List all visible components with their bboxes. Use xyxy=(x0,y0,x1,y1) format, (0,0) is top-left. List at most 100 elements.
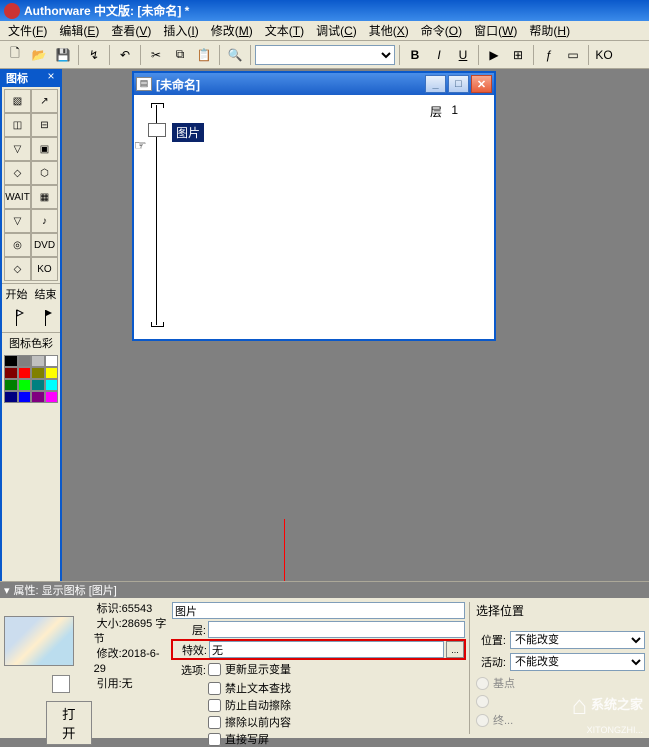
color-swatch[interactable] xyxy=(18,355,32,367)
color-swatch[interactable] xyxy=(4,391,18,403)
undo-icon[interactable]: ↶ xyxy=(114,44,136,66)
menu-window[interactable]: 窗口(W) xyxy=(468,20,523,41)
functions-icon[interactable]: ƒ xyxy=(538,44,560,66)
radio-base xyxy=(476,677,489,690)
menu-insert[interactable]: 插入(I) xyxy=(157,20,204,41)
position-select[interactable]: 不能改变 xyxy=(510,631,645,649)
properties-panel: ▾ 属性: 显示图标 [图片] 打开 标识:65543 大小:28695 字节 … xyxy=(0,581,649,738)
open-icon[interactable]: 📂 xyxy=(28,44,50,66)
palette-close-icon[interactable]: × xyxy=(44,70,58,84)
menu-debug[interactable]: 调试(C) xyxy=(310,20,363,41)
ko-icon-tool[interactable]: ◇ xyxy=(4,257,31,281)
color-swatch[interactable] xyxy=(45,379,59,391)
chk-erase-prev[interactable] xyxy=(208,716,221,729)
calc-icon-tool[interactable]: WAIT xyxy=(4,185,31,209)
menu-edit[interactable]: 编辑(E) xyxy=(53,20,105,41)
menu-modify[interactable]: 修改(M) xyxy=(205,20,259,41)
menu-help[interactable]: 帮助(H) xyxy=(523,20,576,41)
find-icon[interactable]: 🔍 xyxy=(224,44,246,66)
display-icon-tool[interactable]: ▧ xyxy=(4,89,31,113)
menu-view[interactable]: 查看(V) xyxy=(105,20,157,41)
variables-icon[interactable]: ▭ xyxy=(562,44,584,66)
dvd-icon-tool[interactable]: ◎ xyxy=(4,233,31,257)
color-swatch[interactable] xyxy=(45,367,59,379)
icon-label[interactable]: 图片 xyxy=(172,123,204,142)
open-button[interactable]: 打开 xyxy=(46,701,92,745)
menu-text[interactable]: 文本(T) xyxy=(259,20,310,41)
control-panel-icon[interactable]: ⊞ xyxy=(507,44,529,66)
info-block: 标识:65543 大小:28695 字节 修改:2018-6-29 引用:无 xyxy=(94,602,168,745)
italic-icon[interactable]: I xyxy=(428,44,450,66)
color-swatch[interactable] xyxy=(18,391,32,403)
paste-icon[interactable]: 📋 xyxy=(193,44,215,66)
font-select[interactable] xyxy=(255,45,395,65)
color-swatch[interactable] xyxy=(4,379,18,391)
wait-icon-tool[interactable]: ⊟ xyxy=(31,113,58,137)
navigate-icon-tool[interactable]: ▽ xyxy=(4,137,31,161)
import-icon[interactable]: ↯ xyxy=(83,44,105,66)
ko2-icon-tool[interactable]: KO xyxy=(31,257,58,281)
chk-no-text-search[interactable] xyxy=(208,682,221,695)
flowline-area[interactable]: ☞ 图片 层 1 xyxy=(134,95,494,339)
chk-direct-screen[interactable] xyxy=(208,733,221,746)
effect-field[interactable] xyxy=(209,641,444,658)
display-icon-instance[interactable] xyxy=(148,123,166,137)
run-icon[interactable]: ▶ xyxy=(483,44,505,66)
color-swatch[interactable] xyxy=(18,367,32,379)
color-swatch[interactable] xyxy=(31,391,45,403)
color-swatch[interactable] xyxy=(31,367,45,379)
layer-field[interactable] xyxy=(208,621,465,638)
color-swatch[interactable] xyxy=(4,355,18,367)
save-all-icon[interactable]: 💾 xyxy=(52,44,74,66)
flowline xyxy=(156,105,157,325)
color-swatch[interactable] xyxy=(31,379,45,391)
expand-icon[interactable]: ▾ xyxy=(4,584,10,597)
color-swatch[interactable] xyxy=(45,391,59,403)
framework-icon-tool[interactable]: ▣ xyxy=(31,137,58,161)
color-swatch[interactable] xyxy=(45,355,59,367)
layer-value: 1 xyxy=(451,103,458,117)
name-field[interactable] xyxy=(172,602,465,619)
underline-icon[interactable]: U xyxy=(452,44,474,66)
color-swatch[interactable] xyxy=(18,379,32,391)
movie-icon-tool[interactable]: ▽ xyxy=(4,209,31,233)
layer-field-label: 层: xyxy=(172,622,206,638)
menu-other[interactable]: 其他(X) xyxy=(363,20,415,41)
maximize-button[interactable]: □ xyxy=(448,75,469,93)
activity-label: 活动: xyxy=(476,654,506,670)
radio-end xyxy=(476,714,489,727)
layer-label: 层 xyxy=(430,103,442,120)
menu-command[interactable]: 命令(O) xyxy=(415,20,468,41)
interaction-icon-tool[interactable]: ⬡ xyxy=(31,161,58,185)
end-flag-icon[interactable] xyxy=(39,308,53,328)
effect-row-highlight: 特效: ... xyxy=(172,640,465,659)
copy-icon[interactable]: ⧉ xyxy=(169,44,191,66)
effect-browse-button[interactable]: ... xyxy=(446,641,464,658)
decision-icon-tool[interactable]: ◇ xyxy=(4,161,31,185)
design-titlebar[interactable]: ▤ [未命名] _ □ ✕ xyxy=(134,73,494,95)
start-flag-icon[interactable] xyxy=(10,308,24,328)
activity-select[interactable]: 不能改变 xyxy=(510,653,645,671)
color-swatch[interactable] xyxy=(4,367,18,379)
chk-prevent-erase[interactable] xyxy=(208,699,221,712)
design-window: ▤ [未命名] _ □ ✕ ☞ 图片 层 1 xyxy=(132,71,496,341)
new-icon[interactable]: 🗋 xyxy=(4,44,26,66)
sound-icon-tool[interactable]: ♪ xyxy=(31,209,58,233)
map-icon-tool[interactable]: ▦ xyxy=(31,185,58,209)
motion-icon-tool[interactable]: ↗ xyxy=(31,89,58,113)
app-titlebar: Authorware 中文版: [未命名] * xyxy=(0,0,649,21)
app-title: Authorware 中文版: [未命名] * xyxy=(24,2,189,19)
minimize-button[interactable]: _ xyxy=(425,75,446,93)
properties-title[interactable]: ▾ 属性: 显示图标 [图片] xyxy=(0,582,649,598)
app-icon xyxy=(4,3,20,19)
preview-thumbnail[interactable] xyxy=(4,616,74,666)
bold-icon[interactable]: B xyxy=(404,44,426,66)
close-button[interactable]: ✕ xyxy=(471,75,492,93)
menu-file[interactable]: 文件(F) xyxy=(2,20,53,41)
video-icon-tool[interactable]: DVD xyxy=(31,233,58,257)
chk-update-vars[interactable] xyxy=(208,663,221,676)
knowledge-icon[interactable]: KO xyxy=(593,44,615,66)
cut-icon[interactable]: ✂ xyxy=(145,44,167,66)
erase-icon-tool[interactable]: ◫ xyxy=(4,113,31,137)
color-swatch[interactable] xyxy=(31,355,45,367)
